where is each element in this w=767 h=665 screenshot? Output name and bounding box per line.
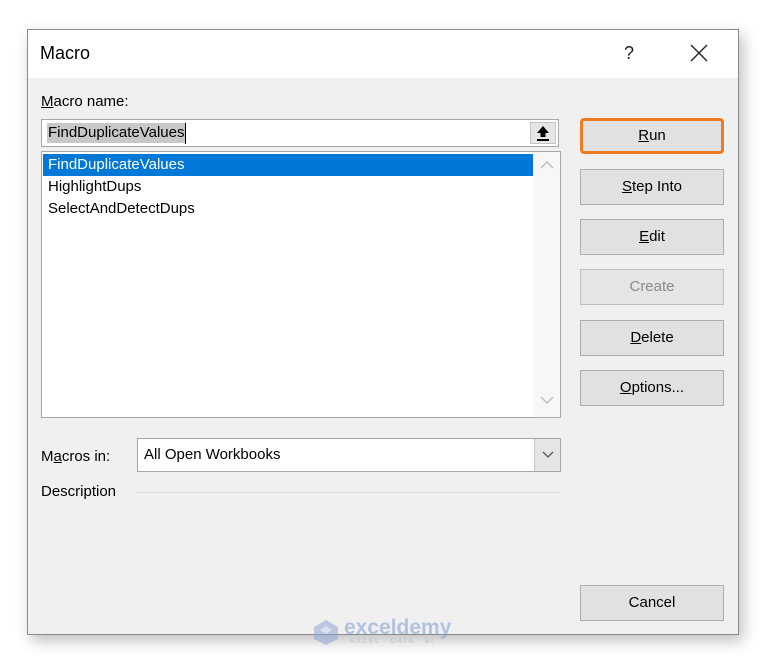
watermark-brand: exceldemy bbox=[344, 616, 452, 639]
macro-name-input[interactable]: FindDuplicateValues bbox=[41, 119, 559, 147]
options-accesskey: O bbox=[619, 379, 632, 396]
run-accesskey: R bbox=[638, 127, 650, 144]
macros-in-select[interactable]: All Open Workbooks bbox=[137, 438, 561, 472]
macro-list[interactable]: FindDuplicateValues HighlightDups Select… bbox=[41, 151, 561, 418]
step-into-label: tep Into bbox=[631, 178, 683, 195]
delete-label: elete bbox=[641, 329, 674, 346]
macro-name-value: FindDuplicateValues bbox=[47, 123, 186, 143]
close-icon bbox=[690, 44, 708, 62]
macros-in-label-start: M bbox=[41, 448, 54, 465]
list-item[interactable]: HighlightDups bbox=[43, 176, 533, 198]
macros-in-label-text: cros in: bbox=[61, 448, 111, 465]
dropdown-button[interactable] bbox=[534, 439, 560, 471]
run-label: un bbox=[649, 127, 666, 144]
step-into-button[interactable]: Step Into bbox=[580, 169, 724, 205]
dialog-title: Macro bbox=[40, 43, 91, 63]
macro-name-label: Macro name: bbox=[41, 93, 129, 110]
list-scrollbar[interactable] bbox=[534, 152, 560, 417]
delete-accesskey: D bbox=[630, 329, 642, 346]
run-button[interactable]: Run bbox=[580, 118, 724, 154]
create-button[interactable]: Create bbox=[580, 269, 724, 305]
upload-arrow-icon bbox=[537, 126, 549, 141]
cancel-button[interactable]: Cancel bbox=[580, 585, 724, 621]
edit-label: dit bbox=[649, 228, 665, 245]
exceldemy-logo-icon bbox=[314, 620, 338, 645]
watermark: exceldemy EXCEL · DATA · BI bbox=[312, 616, 454, 648]
scroll-down-icon[interactable] bbox=[540, 395, 554, 405]
edit-button[interactable]: Edit bbox=[580, 219, 724, 255]
help-button[interactable]: ? bbox=[616, 40, 642, 66]
step-into-accesskey: S bbox=[621, 178, 632, 195]
macro-dialog: Macro ? Macro name: FindDuplicateValues … bbox=[27, 29, 739, 635]
list-item[interactable]: SelectAndDetectDups bbox=[43, 198, 533, 220]
scroll-up-icon[interactable] bbox=[540, 160, 554, 170]
macros-in-accesskey: a bbox=[53, 448, 62, 465]
list-item[interactable]: FindDuplicateValues bbox=[43, 154, 533, 176]
macro-name-label-text: acro name: bbox=[53, 93, 129, 110]
macro-name-label-accesskey: M bbox=[41, 93, 54, 110]
delete-button[interactable]: Delete bbox=[580, 320, 724, 356]
watermark-tagline: EXCEL · DATA · BI bbox=[350, 638, 435, 645]
collapse-button[interactable] bbox=[530, 122, 556, 144]
edit-accesskey: E bbox=[639, 228, 650, 245]
options-label: ptions... bbox=[631, 379, 685, 396]
title-bar: Macro ? bbox=[28, 30, 738, 78]
description-divider bbox=[136, 492, 561, 493]
macros-in-value: All Open Workbooks bbox=[144, 446, 281, 463]
chevron-down-icon bbox=[542, 451, 554, 458]
close-button[interactable] bbox=[684, 40, 714, 66]
description-label: Description bbox=[41, 483, 117, 500]
macros-in-label: Macros in: bbox=[41, 448, 110, 465]
options-button[interactable]: Options... bbox=[580, 370, 724, 406]
text-caret bbox=[185, 123, 186, 144]
